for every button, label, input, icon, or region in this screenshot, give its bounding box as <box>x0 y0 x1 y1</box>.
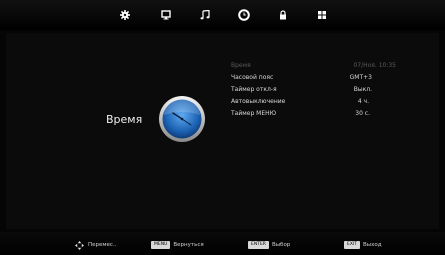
music-note-icon <box>200 10 210 20</box>
navigation-arrows-icon <box>75 240 84 250</box>
section-title: Время <box>106 113 143 126</box>
menu-item-value: Выкл. <box>353 86 372 93</box>
menu-tab-bar <box>0 0 445 30</box>
menu-item-value: 30 с. <box>355 110 370 117</box>
tv-menu-screen: Время Время 07/Ноя. 10:35 Часовой пояс G… <box>0 0 445 255</box>
menu-item-timezone[interactable]: Часовой пояс GMT+3 <box>231 72 396 84</box>
tab-time[interactable] <box>234 6 254 24</box>
tab-setup[interactable] <box>312 6 332 24</box>
exit-key: EXIT <box>344 241 361 249</box>
menu-item-auto-standby[interactable]: Автовыключение 4 ч. <box>231 96 396 108</box>
hint-exit-label: Выход <box>363 242 382 248</box>
tab-sound[interactable] <box>195 6 215 24</box>
hint-exit: EXIT Выход <box>344 241 382 249</box>
tab-lock[interactable] <box>273 6 293 24</box>
enter-key: ENTER <box>248 241 269 249</box>
menu-item-value: 07/Ноя. 10:35 <box>353 62 396 69</box>
hint-select-label: Выбор <box>271 242 291 248</box>
grid-icon <box>318 11 326 19</box>
gear-icon <box>120 10 130 20</box>
tab-screen[interactable] <box>156 6 176 24</box>
hint-move-label: Перемес.. <box>88 242 117 248</box>
hint-move: Перемес.. <box>75 240 117 250</box>
clock-illustration-icon <box>159 96 205 142</box>
menu-key: MENU <box>151 241 171 249</box>
menu-item-sleep-timer[interactable]: Таймер откл-я Выкл. <box>231 84 396 96</box>
menu-item-label: Таймер МЕНЮ <box>231 110 277 117</box>
lock-icon <box>280 10 286 20</box>
hint-back: MENU Вернуться <box>151 241 204 249</box>
menu-item-label: Время <box>231 62 251 69</box>
menu-item-value: 4 ч. <box>357 98 369 105</box>
monitor-icon <box>161 10 171 20</box>
menu-item-time: Время 07/Ноя. 10:35 <box>231 60 396 72</box>
hint-select: ENTER Выбор <box>248 241 290 249</box>
menu-item-label: Таймер откл-я <box>231 86 277 93</box>
menu-item-value: GMT+3 <box>349 74 372 81</box>
hint-back-label: Вернуться <box>173 242 204 248</box>
clock-icon <box>238 9 250 21</box>
tab-picture[interactable] <box>115 6 135 24</box>
menu-item-label: Часовой пояс <box>231 74 274 81</box>
hint-bar: Перемес.. MENU Вернуться ENTER Выбор EXI… <box>0 232 445 255</box>
menu-item-label: Автовыключение <box>231 98 286 105</box>
menu-item-menu-timer[interactable]: Таймер МЕНЮ 30 с. <box>231 108 396 120</box>
